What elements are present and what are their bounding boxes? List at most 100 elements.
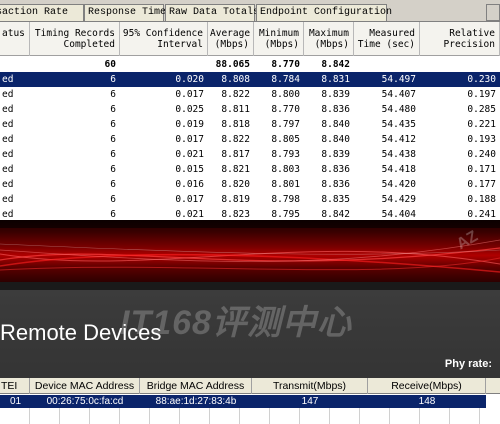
tab-transaction-rate[interactable]: ansaction Rate [0,4,84,21]
column-header-line: Interval [157,39,203,50]
table-row[interactable]: ed 6 0.025 8.811 8.770 8.836 54.480 0.285 [0,102,500,117]
table-row[interactable]: ed 6 0.020 8.808 8.784 8.831 54.497 0.230 [0,72,500,87]
cell-maximum: 8.840 [321,134,350,145]
table-row[interactable]: 01 00:26:75:0c:fa:cd 88:ae:1d:27:83:4b 1… [0,395,486,408]
column-header-minimum[interactable]: Minimum (Mbps) [254,22,304,56]
column-header-line: (Mbps) [264,39,299,50]
cell-minimum: 8.800 [271,89,300,100]
tab-endpoint-configuration[interactable]: Endpoint Configuration [256,4,392,21]
cell-minimum: 8.801 [271,179,300,190]
cell-confidence-interval: 0.017 [175,194,204,205]
table-row[interactable]: ed 6 0.015 8.821 8.803 8.836 54.418 0.171 [0,162,500,177]
cell-minimum: 8.784 [271,74,300,85]
column-header-maximum[interactable]: Maximum (Mbps) [304,22,354,56]
column-header-measured-time[interactable]: Measured Time (sec) [354,22,420,56]
cell-relative-precision: 0.241 [467,209,496,220]
column-header-line: Average [210,28,251,39]
cell-timing-records: 6 [110,164,116,175]
cell-average: 8.817 [221,149,250,160]
cell-minimum: 8.793 [271,149,300,160]
cell-timing-records: 6 [110,149,116,160]
cell-device-mac: 00:26:75:0c:fa:cd [46,396,124,407]
column-header-tei[interactable]: TEI [0,378,30,394]
column-header-line: Completed [63,39,115,50]
cell-relative-precision: 0.197 [467,89,496,100]
cell-measured-time: 54.429 [381,194,416,205]
cell-average: 8.822 [221,89,250,100]
column-header-relative-precision[interactable]: Relative Precision [420,22,500,56]
cell-average: 8.821 [221,164,250,175]
banner-light-streaks [0,220,500,273]
column-header-timing-records[interactable]: Timing Records Completed [30,22,120,56]
cell-relative-precision: 0.177 [467,179,496,190]
column-header-line: Relative [449,28,495,39]
column-header-line: (Mbps) [314,39,349,50]
cell-receive: 148 [418,396,436,407]
tab-raw-data-totals[interactable]: Raw Data Totals [165,4,259,21]
cell-status: ed [2,149,14,160]
column-header-receive[interactable]: Receive(Mbps) [368,378,486,394]
banner-graphic: AZ [0,220,500,288]
divider-strip [0,282,500,290]
column-header-line: Minimum [258,28,299,39]
cell-relative-precision: 0.240 [467,149,496,160]
cell-timing-records: 6 [110,74,116,85]
cell-maximum: 8.836 [321,164,350,175]
table-row[interactable]: ed 6 0.017 8.822 8.805 8.840 54.412 0.193 [0,132,500,147]
cell-status: ed [2,179,14,190]
tab-response-time[interactable]: Response Time [84,4,166,21]
cell-timing-records: 6 [110,119,116,130]
cell-measured-time: 54.412 [381,134,416,145]
cell-average: 8.808 [221,74,250,85]
cell-minimum: 8.805 [271,134,300,145]
cell-relative-precision: 0.221 [467,119,496,130]
column-header-line: Measured [369,28,415,39]
cell-average: 8.818 [221,119,250,130]
cell-timing-records: 6 [110,194,116,205]
column-header-line: atus [2,28,25,39]
column-header-line: Precision [443,39,495,50]
cell-maximum: 8.840 [321,119,350,130]
tab-scroll-button[interactable] [486,4,500,21]
cell-minimum: 8.798 [271,194,300,205]
cell-average: 8.811 [221,104,250,115]
column-header-line: Time (sec) [357,39,415,50]
table-row[interactable]: ed 6 0.021 8.823 8.795 8.842 54.404 0.241 [0,207,500,220]
cell-relative-precision: 0.193 [467,134,496,145]
column-header-status[interactable]: atus [0,22,30,56]
table-row[interactable]: ed 6 0.021 8.817 8.793 8.839 54.438 0.240 [0,147,500,162]
cell-status: ed [2,119,14,130]
table-row[interactable]: ed 6 0.016 8.820 8.801 8.836 54.420 0.177 [0,177,500,192]
cell-measured-time: 54.438 [381,149,416,160]
column-header-confidence-interval[interactable]: 95% Confidence Interval [120,22,208,56]
column-header-line: (Mbps) [214,39,249,50]
cell-average: 8.820 [221,179,250,190]
cell-minimum: 8.803 [271,164,300,175]
column-header-average[interactable]: Average (Mbps) [208,22,254,56]
cell-measured-time: 54.404 [381,209,416,220]
cell-measured-time: 54.407 [381,89,416,100]
cell-confidence-interval: 0.016 [175,179,204,190]
cell-maximum: 8.842 [321,59,350,70]
table-row[interactable]: ed 6 0.019 8.818 8.797 8.840 54.435 0.221 [0,117,500,132]
column-header-bridge-mac[interactable]: Bridge MAC Address [140,378,252,394]
table-row[interactable]: ed 6 0.017 8.822 8.800 8.839 54.407 0.197 [0,87,500,102]
table-row[interactable]: ed 6 0.017 8.819 8.798 8.835 54.429 0.188 [0,192,500,207]
totals-row[interactable]: 60 88.065 8.770 8.842 [0,57,500,72]
cell-average: 8.823 [221,209,250,220]
cell-confidence-interval: 0.025 [175,104,204,115]
cell-transmit: 147 [301,396,319,407]
cell-maximum: 8.836 [321,104,350,115]
cell-bridge-mac: 88:ae:1d:27:83:4b [155,396,237,407]
cell-measured-time [354,57,420,72]
cell-confidence-interval: 0.017 [175,134,204,145]
column-header-line: 95% Confidence [122,28,203,39]
results-table: atus Timing Records Completed 95% Confidenc… [0,22,500,220]
cell-confidence-interval: 0.019 [175,119,204,130]
cell-status: ed [2,164,14,175]
column-header-device-mac[interactable]: Device MAC Address [30,378,140,394]
cell-status [0,57,30,72]
cell-timing-records: 6 [110,209,116,220]
column-header-transmit[interactable]: Transmit(Mbps) [252,378,368,394]
cell-status: ed [2,104,14,115]
